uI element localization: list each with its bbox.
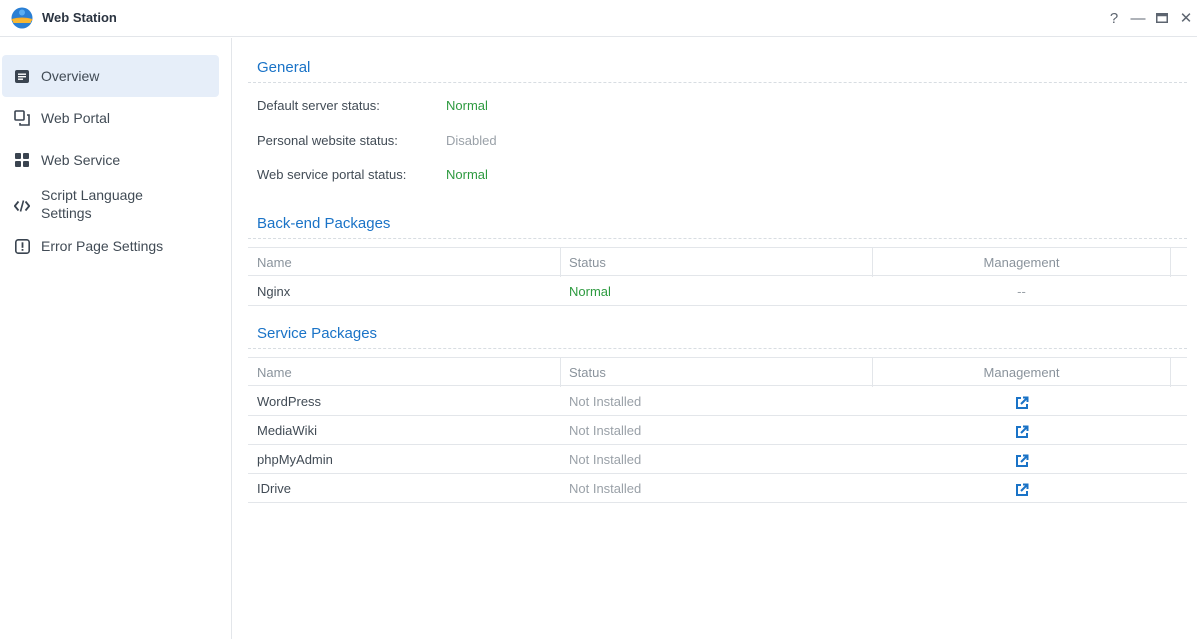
external-link-icon[interactable] bbox=[1015, 483, 1029, 497]
package-name: IDrive bbox=[257, 481, 291, 496]
section-divider bbox=[248, 82, 1187, 83]
table-row[interactable]: WordPress Not Installed bbox=[248, 387, 1187, 416]
default-server-status-value: Normal bbox=[446, 98, 488, 113]
main-content: General Default server status: Normal Pe… bbox=[248, 38, 1187, 639]
column-divider bbox=[560, 358, 561, 387]
external-link-icon[interactable] bbox=[1015, 454, 1029, 468]
portal-icon bbox=[14, 110, 30, 126]
external-link-icon[interactable] bbox=[1015, 396, 1029, 410]
external-link-icon[interactable] bbox=[1015, 425, 1029, 439]
section-title-general: General bbox=[257, 59, 311, 76]
title-bar: Web Station ? — ✕ bbox=[0, 0, 1197, 37]
personal-website-status-value: Disabled bbox=[446, 133, 497, 148]
sidebar-item-web-portal[interactable]: Web Portal bbox=[2, 97, 219, 139]
sidebar-item-web-service[interactable]: Web Service bbox=[2, 139, 219, 181]
column-divider bbox=[560, 248, 561, 277]
service-grid-icon bbox=[14, 152, 30, 168]
table-header-row: Name Status Management bbox=[248, 247, 1187, 277]
package-management: -- bbox=[1017, 284, 1026, 299]
table-header-row: Name Status Management bbox=[248, 357, 1187, 387]
package-management bbox=[873, 416, 1170, 445]
column-header-status[interactable]: Status bbox=[569, 358, 606, 387]
sidebar-item-label-line1: Script Language bbox=[41, 187, 143, 203]
error-page-icon bbox=[14, 238, 30, 254]
sidebar-item-label: Web Portal bbox=[41, 110, 110, 126]
package-status: Not Installed bbox=[569, 452, 642, 467]
table-row[interactable]: Nginx Normal -- bbox=[248, 277, 1187, 306]
column-divider bbox=[1170, 358, 1171, 387]
overview-icon bbox=[14, 68, 30, 84]
web-station-logo-icon bbox=[11, 7, 33, 29]
package-management bbox=[873, 387, 1170, 416]
table-row[interactable]: phpMyAdmin Not Installed bbox=[248, 445, 1187, 474]
package-name: Nginx bbox=[257, 284, 291, 299]
maximize-button[interactable] bbox=[1152, 8, 1172, 28]
package-status: Not Installed bbox=[569, 481, 642, 496]
sidebar: Overview Web Portal Web Service Script L… bbox=[0, 38, 232, 639]
help-button[interactable]: ? bbox=[1104, 8, 1124, 28]
web-service-portal-status-label: Web service portal status: bbox=[257, 167, 407, 182]
table-row[interactable]: IDrive Not Installed bbox=[248, 474, 1187, 503]
column-header-name[interactable]: Name bbox=[257, 358, 292, 387]
section-divider bbox=[248, 348, 1187, 349]
sidebar-item-label: Web Service bbox=[41, 152, 121, 168]
package-status: Not Installed bbox=[569, 394, 642, 409]
sidebar-item-overview[interactable]: Overview bbox=[2, 55, 219, 97]
column-header-status[interactable]: Status bbox=[569, 248, 606, 277]
code-icon bbox=[14, 198, 30, 214]
column-divider bbox=[1170, 248, 1171, 277]
package-status: Normal bbox=[569, 284, 611, 299]
column-header-name[interactable]: Name bbox=[257, 248, 292, 277]
close-button[interactable]: ✕ bbox=[1176, 8, 1196, 28]
sidebar-item-label: Overview bbox=[41, 68, 100, 84]
package-status: Not Installed bbox=[569, 423, 642, 438]
maximize-icon bbox=[1156, 13, 1168, 23]
section-title-backend: Back-end Packages bbox=[257, 215, 391, 232]
column-divider bbox=[872, 358, 873, 387]
column-header-management[interactable]: Management bbox=[873, 248, 1170, 277]
package-management bbox=[873, 445, 1170, 474]
column-header-management[interactable]: Management bbox=[873, 358, 1170, 387]
web-service-portal-status-value: Normal bbox=[446, 167, 488, 182]
app-title: Web Station bbox=[42, 10, 117, 25]
personal-website-status-label: Personal website status: bbox=[257, 133, 398, 148]
package-name: MediaWiki bbox=[257, 423, 317, 438]
default-server-status-label: Default server status: bbox=[257, 98, 380, 113]
package-name: WordPress bbox=[257, 394, 322, 409]
sidebar-item-error-page-settings[interactable]: Error Page Settings bbox=[2, 229, 219, 265]
sidebar-item-label-line2: Settings bbox=[41, 205, 92, 221]
section-divider bbox=[248, 238, 1187, 239]
package-name: phpMyAdmin bbox=[257, 452, 333, 467]
package-management bbox=[873, 474, 1170, 503]
minimize-button[interactable]: — bbox=[1128, 8, 1148, 28]
sidebar-item-script-language-settings[interactable]: Script Language Settings bbox=[2, 181, 219, 229]
section-title-service: Service Packages bbox=[257, 325, 378, 342]
column-divider bbox=[872, 248, 873, 277]
sidebar-item-label: Error Page Settings bbox=[41, 238, 164, 254]
table-row[interactable]: MediaWiki Not Installed bbox=[248, 416, 1187, 445]
